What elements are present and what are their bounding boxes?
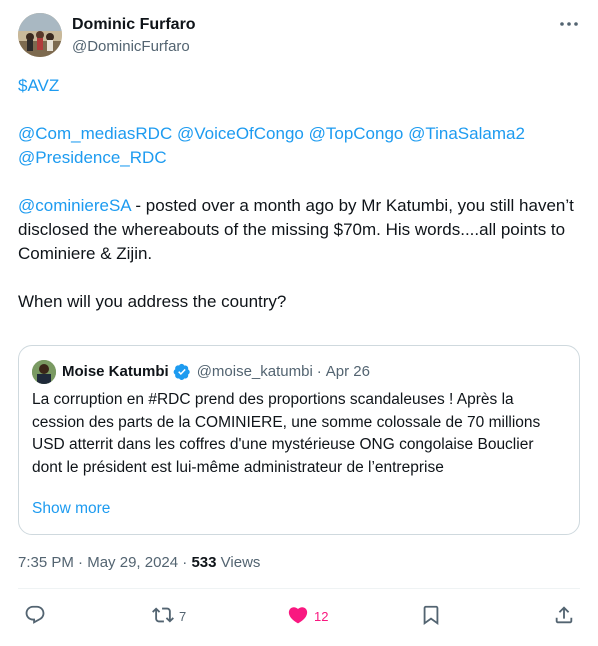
cashtag-link[interactable]: $AVZ [18,76,59,95]
quoted-author-handle: @moise_katumbi [196,363,313,380]
bookmark-button[interactable] [420,604,442,629]
views-label: Views [220,554,261,571]
tweet-meta: 7:35 PM · May 29, 2024 · 533 Views [18,553,260,573]
tweet-date[interactable]: May 29, 2024 [87,554,178,571]
mention-link[interactable]: @cominiereSA [18,196,131,215]
separator-dot: · [316,363,322,380]
views-count: 533 [191,554,217,571]
mention-link[interactable]: @TopCongo [309,124,404,143]
separator-dot: · [182,554,188,571]
quoted-tweet-date: Apr 26 [325,363,370,380]
quoted-author-avatar [32,360,56,384]
show-more-link[interactable]: Show more [32,500,110,518]
quoted-tweet-text: La corruption en #RDC prend des proporti… [32,391,541,476]
mention-link[interactable]: @TinaSalama2 [408,124,525,143]
tweet-paragraph: When will you address the country? [18,292,287,311]
share-icon [553,604,575,629]
action-bar: 7 12 [0,604,598,636]
retweet-button[interactable]: 7 [152,604,186,629]
tweet-paragraph: @cominiereSA - posted over a month ago b… [18,194,583,266]
divider [18,588,580,589]
mention-link[interactable]: @Presidence_RDC [18,148,167,167]
mention-link[interactable]: @Com_mediasRDC [18,124,172,143]
author-handle[interactable]: @DominicFurfaro [72,37,196,57]
quoted-tweet[interactable]: Moise Katumbi @moise_katumbi · Apr 26 La… [18,345,580,535]
more-options-icon[interactable] [558,14,580,34]
reply-icon [24,604,46,629]
tweet-card: Dominic Furfaro @DominicFurfaro $AVZ @Co… [0,0,598,646]
author-display-name[interactable]: Dominic Furfaro [72,15,196,35]
like-count: 12 [314,609,329,624]
like-button[interactable]: 12 [287,604,328,629]
author-names: Dominic Furfaro @DominicFurfaro [72,15,196,57]
bookmark-icon [420,604,442,629]
tweet-time[interactable]: 7:35 PM [18,554,74,571]
heart-icon [287,604,309,629]
author-avatar[interactable] [18,13,62,57]
quoted-author-name: Moise Katumbi [62,363,169,380]
mentions-line: @Com_mediasRDC @VoiceOfCongo @TopCongo @… [18,122,583,170]
separator-dot: · [78,554,84,571]
tweet-header: Dominic Furfaro @DominicFurfaro [18,13,196,57]
retweet-count: 7 [179,609,187,624]
tweet-text: $AVZ @Com_mediasRDC @VoiceOfCongo @TopCo… [18,74,583,314]
quoted-tweet-header: Moise Katumbi @moise_katumbi · Apr 26 [32,360,370,384]
retweet-icon [152,604,174,629]
mention-link[interactable]: @VoiceOfCongo [177,124,304,143]
verified-badge-icon [173,363,191,381]
share-button[interactable] [553,604,575,629]
reply-button[interactable] [24,604,46,629]
